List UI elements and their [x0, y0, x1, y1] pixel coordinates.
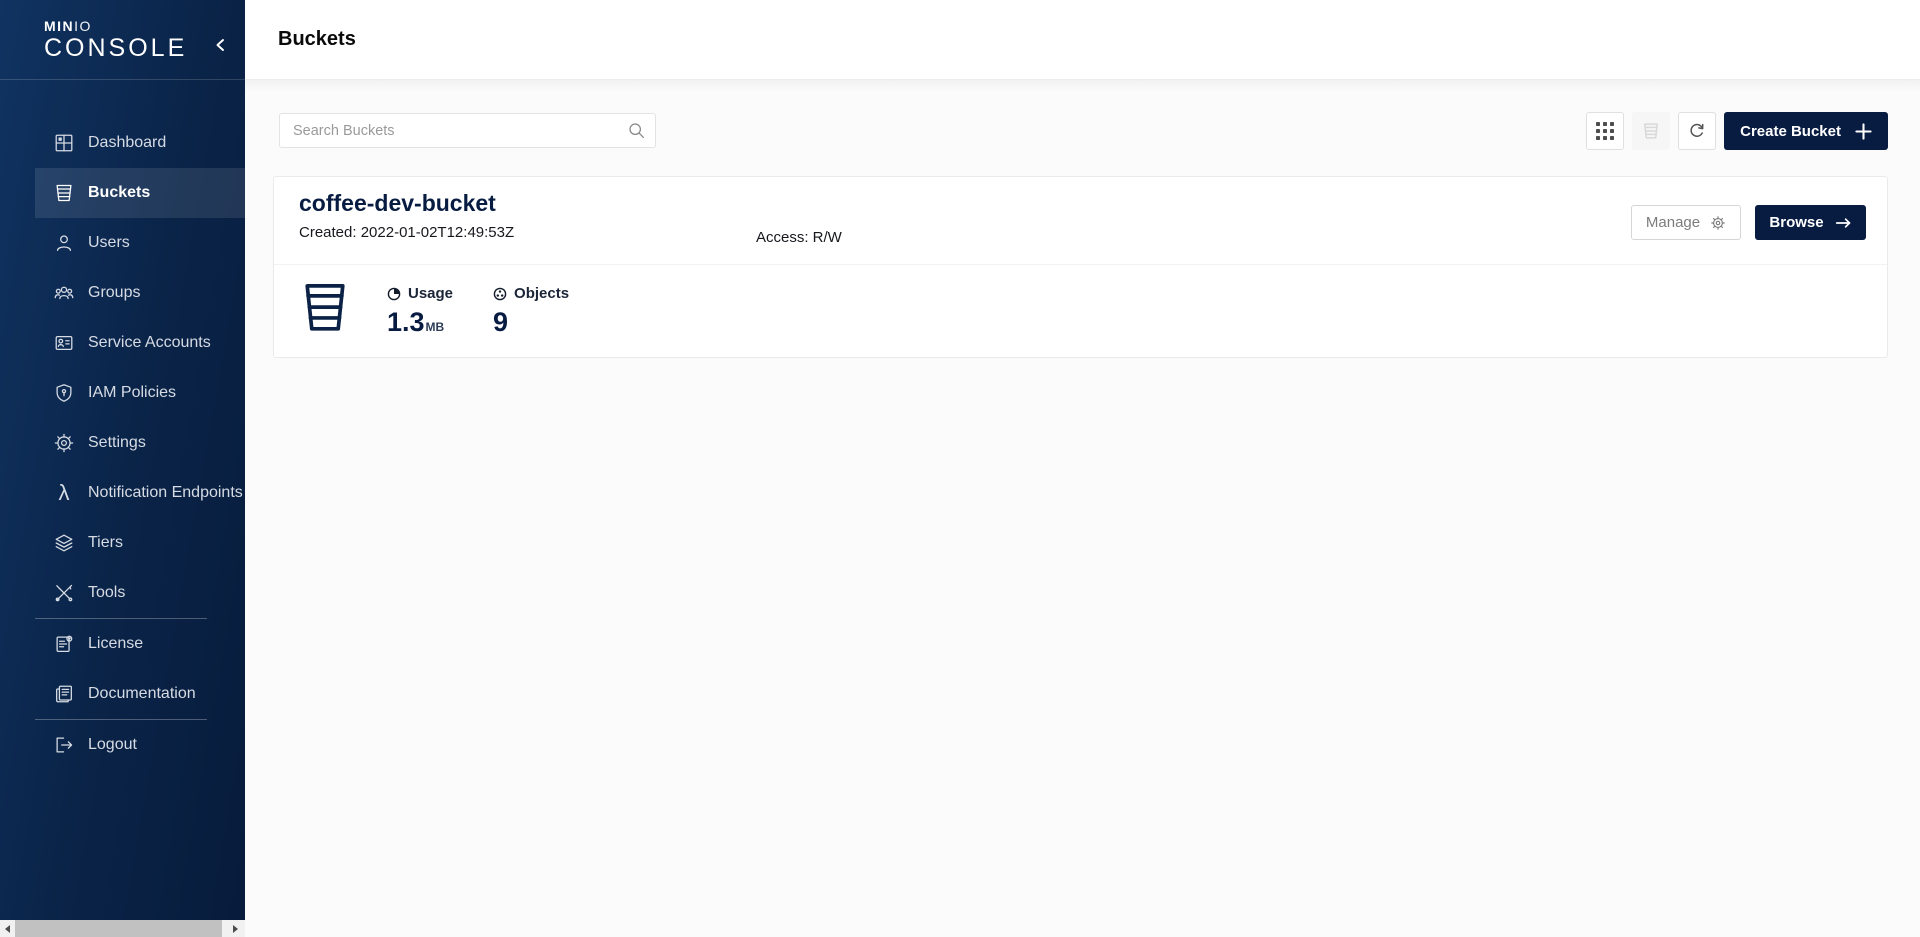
- gear-icon: [52, 431, 76, 455]
- logo-minio-light: IO: [74, 18, 92, 34]
- sidebar: MINIO CONSOLE Dashboard Buckets Users: [0, 0, 245, 920]
- gear-icon: [1710, 215, 1726, 231]
- tools-icon: [52, 581, 76, 605]
- sidebar-item-label: License: [88, 635, 143, 653]
- list-view-button: [1632, 112, 1670, 150]
- logo-console: CONSOLE: [44, 36, 187, 61]
- sidebar-menu: Dashboard Buckets Users Groups Service A…: [0, 80, 245, 770]
- sidebar-item-iam-policies[interactable]: IAM Policies: [35, 368, 245, 418]
- sidebar-item-license[interactable]: License: [35, 619, 245, 669]
- page-title: Buckets: [278, 28, 356, 51]
- shield-icon: [52, 381, 76, 405]
- search-input[interactable]: [279, 113, 656, 148]
- sidebar-item-users[interactable]: Users: [35, 218, 245, 268]
- sidebar-item-label: Buckets: [88, 184, 150, 202]
- manage-label: Manage: [1646, 214, 1700, 231]
- sidebar-item-label: Groups: [88, 284, 140, 302]
- page-header: Buckets: [245, 0, 1920, 80]
- sidebar-item-buckets[interactable]: Buckets: [35, 168, 245, 218]
- browse-label: Browse: [1769, 214, 1823, 231]
- lambda-icon: λ: [52, 481, 76, 505]
- sidebar-item-label: Service Accounts: [88, 334, 211, 352]
- grid-view-button[interactable]: [1586, 112, 1624, 150]
- service-accounts-icon: [52, 331, 76, 355]
- logo-minio: MINIO: [44, 19, 187, 33]
- pie-usage-icon: [387, 287, 401, 301]
- main-area: Buckets Create Bucke: [245, 0, 1920, 937]
- objects-label-row: Objects: [493, 285, 569, 302]
- arrow-right-icon: [1835, 216, 1852, 230]
- objects-icon: [493, 287, 507, 301]
- user-icon: [52, 231, 76, 255]
- bucket-icon: [299, 279, 351, 342]
- bucket-icon: [52, 181, 76, 205]
- scrollbar-thumb[interactable]: [15, 920, 222, 937]
- license-icon: [52, 632, 76, 656]
- usage-label-row: Usage: [387, 285, 453, 302]
- search-icon: [627, 121, 646, 145]
- search-box: [279, 113, 656, 148]
- usage-metric: Usage 1.3MB: [387, 279, 453, 338]
- sidebar-item-notification-endpoints[interactable]: λ Notification Endpoints: [35, 468, 245, 518]
- sidebar-item-label: Users: [88, 234, 130, 252]
- bucket-access: Access: R/W: [756, 229, 842, 246]
- sidebar-collapse-button[interactable]: [211, 36, 229, 54]
- objects-metric: Objects 9: [493, 279, 569, 338]
- sidebar-item-label: Tiers: [88, 534, 123, 552]
- sidebar-header: MINIO CONSOLE: [0, 0, 245, 80]
- refresh-button[interactable]: [1678, 112, 1716, 150]
- chevron-left-icon: [214, 38, 226, 52]
- usage-unit: MB: [426, 320, 445, 334]
- create-bucket-button[interactable]: Create Bucket: [1724, 112, 1888, 150]
- grid-view-icon: [1596, 122, 1614, 140]
- content-area: Create Bucket coffee-dev-bucket Created:…: [245, 80, 1920, 937]
- sidebar-item-label: Settings: [88, 434, 146, 452]
- sidebar-item-documentation[interactable]: Documentation: [35, 669, 245, 719]
- bucket-card-header: coffee-dev-bucket Created: 2022-01-02T12…: [274, 177, 1887, 265]
- groups-icon: [52, 281, 76, 305]
- sidebar-item-label: Notification Endpoints: [88, 484, 243, 502]
- sidebar-item-dashboard[interactable]: Dashboard: [35, 118, 245, 168]
- documentation-icon: [52, 682, 76, 706]
- sidebar-item-settings[interactable]: Settings: [35, 418, 245, 468]
- sidebar-item-logout[interactable]: Logout: [35, 720, 245, 770]
- sidebar-item-groups[interactable]: Groups: [35, 268, 245, 318]
- usage-value-row: 1.3MB: [387, 307, 453, 338]
- dashboard-icon: [52, 131, 76, 155]
- create-bucket-label: Create Bucket: [1740, 123, 1841, 140]
- objects-label: Objects: [514, 285, 569, 302]
- objects-count: 9: [493, 307, 508, 338]
- logo: MINIO CONSOLE: [44, 19, 187, 61]
- refresh-icon: [1687, 121, 1707, 141]
- sidebar-item-label: Tools: [88, 584, 125, 602]
- sidebar-item-tiers[interactable]: Tiers: [35, 518, 245, 568]
- bucket-card: coffee-dev-bucket Created: 2022-01-02T12…: [273, 176, 1888, 358]
- horizontal-scrollbar[interactable]: [0, 920, 245, 937]
- scrollbar-right-arrow[interactable]: [228, 920, 243, 937]
- usage-value: 1.3: [387, 307, 425, 338]
- manage-button[interactable]: Manage: [1631, 205, 1741, 240]
- logo-minio-bold: MIN: [44, 18, 74, 34]
- plus-icon: [1855, 123, 1872, 140]
- sidebar-item-label: Documentation: [88, 685, 196, 703]
- tiers-icon: [52, 531, 76, 555]
- bucket-view-icon: [1641, 121, 1661, 141]
- sidebar-item-tools[interactable]: Tools: [35, 568, 245, 618]
- sidebar-item-label: Dashboard: [88, 134, 166, 152]
- sidebar-item-label: IAM Policies: [88, 384, 176, 402]
- objects-value-row: 9: [493, 307, 569, 338]
- bucket-card-stats: Usage 1.3MB Objects 9: [274, 265, 1887, 342]
- usage-label: Usage: [408, 285, 453, 302]
- browse-button[interactable]: Browse: [1755, 205, 1866, 240]
- toolbar-actions: Create Bucket: [1586, 112, 1888, 150]
- sidebar-item-label: Logout: [88, 736, 137, 754]
- scrollbar-left-arrow[interactable]: [0, 920, 15, 937]
- sidebar-item-service-accounts[interactable]: Service Accounts: [35, 318, 245, 368]
- logout-icon: [52, 733, 76, 757]
